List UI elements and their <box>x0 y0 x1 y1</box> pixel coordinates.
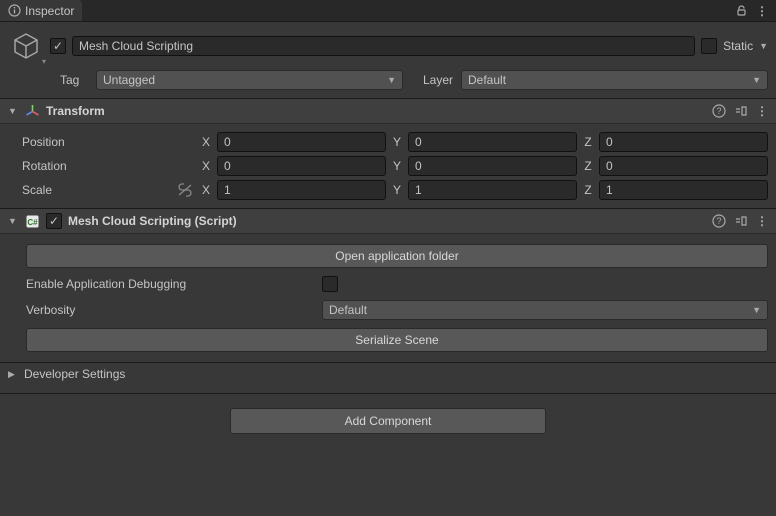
preset-icon[interactable] <box>734 104 748 118</box>
axis-x-label: X <box>199 159 213 173</box>
foldout-closed-icon: ▶ <box>8 369 18 380</box>
scale-x-input[interactable] <box>217 180 386 200</box>
axis-y-label: Y <box>390 159 404 173</box>
verbosity-value: Default <box>329 303 367 317</box>
scale-z-input[interactable] <box>599 180 768 200</box>
kebab-menu-icon[interactable]: ⋮ <box>756 214 768 228</box>
rotation-row: Rotation X Y Z <box>8 154 768 178</box>
kebab-menu-icon[interactable]: ⋮ <box>756 4 768 18</box>
script-properties: Open application folder Enable Applicati… <box>0 234 776 362</box>
static-dropdown-arrow[interactable]: ▼ <box>759 41 768 51</box>
axis-x-label: X <box>199 135 213 149</box>
help-icon[interactable]: ? <box>712 214 726 228</box>
position-z-input[interactable] <box>599 132 768 152</box>
position-row: Position X Y Z <box>8 130 768 154</box>
gameobject-icon[interactable]: ▾ <box>8 28 44 64</box>
gameobject-name-input[interactable] <box>72 36 695 56</box>
chevron-down-icon: ▾ <box>42 57 46 66</box>
chevron-down-icon: ▼ <box>387 75 396 85</box>
constrain-scale-icon[interactable] <box>177 183 195 197</box>
svg-text:C#: C# <box>27 218 38 227</box>
scale-row: Scale X Y Z <box>8 178 768 202</box>
transform-title: Transform <box>46 104 706 118</box>
transform-header[interactable]: ▼ Transform ? ⋮ <box>0 98 776 124</box>
developer-settings-label: Developer Settings <box>24 367 125 381</box>
chevron-down-icon: ▼ <box>752 305 761 315</box>
scale-label: Scale <box>8 183 173 197</box>
axis-z-label: Z <box>581 183 595 197</box>
transform-icon <box>24 103 40 119</box>
axis-z-label: Z <box>581 135 595 149</box>
position-y-input[interactable] <box>408 132 577 152</box>
tab-title: Inspector <box>25 4 74 18</box>
rotation-y-input[interactable] <box>408 156 577 176</box>
inspector-tab-bar: Inspector ⋮ <box>0 0 776 22</box>
axis-y-label: Y <box>390 135 404 149</box>
tag-dropdown[interactable]: Untagged ▼ <box>96 70 403 90</box>
layer-dropdown[interactable]: Default ▼ <box>461 70 768 90</box>
transform-properties: Position X Y Z Rotation X Y Z Scale X <box>0 124 776 208</box>
gameobject-header: ▾ ✓ ✓ Static ▼ <box>0 22 776 66</box>
rotation-z-input[interactable] <box>599 156 768 176</box>
info-icon <box>8 4 21 17</box>
svg-text:?: ? <box>716 106 721 116</box>
enable-debugging-checkbox[interactable]: ✓ <box>322 276 338 292</box>
position-label: Position <box>8 135 195 149</box>
axis-y-label: Y <box>390 183 404 197</box>
developer-settings-header[interactable]: ▶ Developer Settings <box>0 362 776 385</box>
scale-y-input[interactable] <box>408 180 577 200</box>
foldout-open-icon: ▼ <box>8 106 18 116</box>
open-application-folder-button[interactable]: Open application folder <box>26 244 768 268</box>
chevron-down-icon: ▼ <box>752 75 761 85</box>
rotation-label: Rotation <box>8 159 195 173</box>
axis-x-label: X <box>199 183 213 197</box>
csharp-script-icon: C# <box>24 213 40 229</box>
static-checkbox[interactable]: ✓ <box>701 38 717 54</box>
verbosity-dropdown[interactable]: Default ▼ <box>322 300 768 320</box>
verbosity-row: Verbosity Default ▼ <box>26 296 768 324</box>
svg-text:?: ? <box>716 216 721 226</box>
axis-z-label: Z <box>581 159 595 173</box>
gameobject-enabled-checkbox[interactable]: ✓ <box>50 38 66 54</box>
layer-value: Default <box>468 73 506 87</box>
script-enabled-checkbox[interactable]: ✓ <box>46 213 62 229</box>
help-icon[interactable]: ? <box>712 104 726 118</box>
enable-debugging-label: Enable Application Debugging <box>26 277 316 291</box>
tag-value: Untagged <box>103 73 155 87</box>
static-label: Static <box>723 39 753 53</box>
preset-icon[interactable] <box>734 214 748 228</box>
script-component-title: Mesh Cloud Scripting (Script) <box>68 214 706 228</box>
lock-icon[interactable] <box>735 4 748 17</box>
inspector-footer: Add Component <box>0 393 776 448</box>
rotation-x-input[interactable] <box>217 156 386 176</box>
position-x-input[interactable] <box>217 132 386 152</box>
script-component-header[interactable]: ▼ C# ✓ Mesh Cloud Scripting (Script) ? ⋮ <box>0 208 776 234</box>
layer-label: Layer <box>409 73 455 87</box>
tag-label: Tag <box>60 73 90 87</box>
verbosity-label: Verbosity <box>26 303 316 317</box>
serialize-scene-button[interactable]: Serialize Scene <box>26 328 768 352</box>
inspector-tab[interactable]: Inspector <box>0 0 82 21</box>
foldout-open-icon: ▼ <box>8 216 18 226</box>
enable-debugging-row: Enable Application Debugging ✓ <box>26 272 768 296</box>
add-component-button[interactable]: Add Component <box>230 408 546 434</box>
tag-layer-row: Tag Untagged ▼ Layer Default ▼ <box>0 66 776 98</box>
kebab-menu-icon[interactable]: ⋮ <box>756 104 768 118</box>
